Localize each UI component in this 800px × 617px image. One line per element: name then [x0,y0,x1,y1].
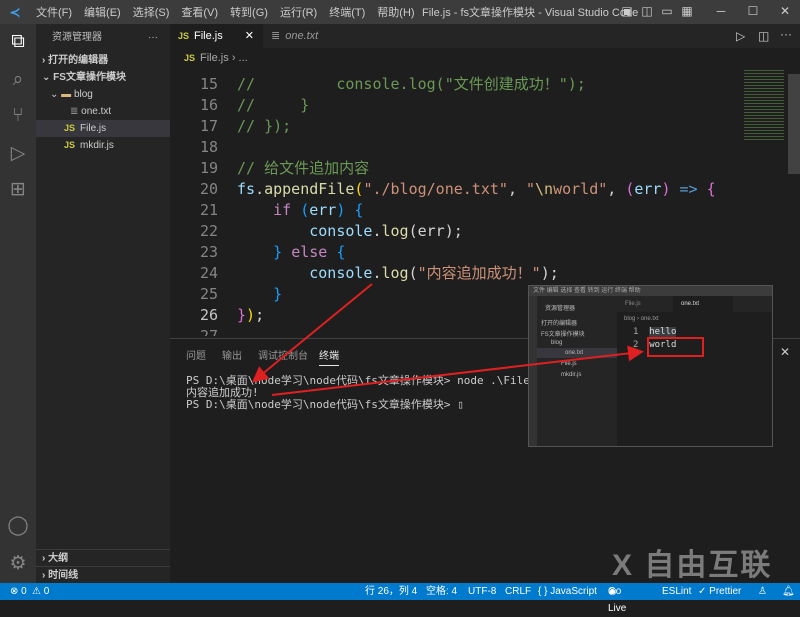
status-bar: ⊗ 0 ⚠ 0 行 26，列 4 空格: 4 UTF-8 CRLF { } Ja… [0,583,800,614]
feedback-icon[interactable]: ♙ [758,583,767,600]
encoding[interactable]: UTF-8 [468,583,496,600]
indentation[interactable]: 空格: 4 [426,583,457,600]
errors-indicator[interactable]: ⊗ 0 [10,583,27,600]
prettier-status[interactable]: ✓ Prettier [698,583,741,600]
notifications-bell-icon[interactable]: 🔔︎ [782,583,795,600]
annotation-arrows [251,283,644,396]
eslint-status[interactable]: ESLint [662,583,691,600]
watermark-logo: X 自由互联 [612,549,773,582]
arrow-to-output [271,345,644,396]
line-ending[interactable]: CRLF [505,583,531,600]
cursor-position[interactable]: 行 26，列 4 [365,583,417,600]
warnings-indicator[interactable]: ⚠ 0 [32,583,49,600]
language-mode[interactable]: { } JavaScript [538,583,597,600]
arrow-to-command [251,283,373,383]
